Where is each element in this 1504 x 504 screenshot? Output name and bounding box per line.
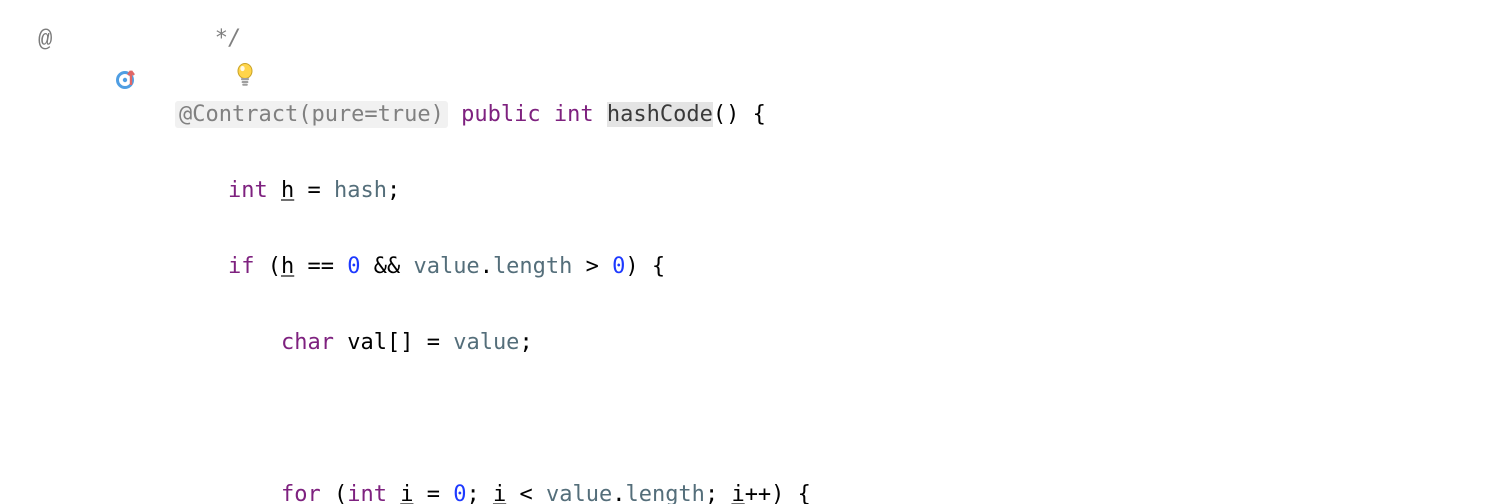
- ref-value[interactable]: value: [413, 254, 479, 279]
- intention-bulb-icon[interactable]: [128, 24, 150, 50]
- method-name[interactable]: hashCode: [607, 102, 713, 127]
- ref-value[interactable]: value: [546, 482, 612, 504]
- number-literal: 0: [453, 482, 466, 504]
- var-val[interactable]: val: [347, 330, 387, 355]
- ref-length[interactable]: length: [493, 254, 572, 279]
- override-icon[interactable]: [10, 26, 30, 46]
- method-parens: (): [713, 102, 740, 127]
- comment-end: */: [175, 26, 241, 51]
- keyword-public: public: [461, 102, 540, 127]
- blank-line: [175, 400, 811, 438]
- keyword-int: int: [554, 102, 594, 127]
- ref-hash[interactable]: hash: [334, 178, 387, 203]
- var-i[interactable]: i: [493, 482, 506, 504]
- keyword-if: if: [228, 254, 255, 279]
- keyword-int: int: [228, 178, 268, 203]
- brace: {: [753, 102, 766, 127]
- number-literal: 0: [612, 254, 625, 279]
- brace: {: [652, 254, 665, 279]
- number-literal: 0: [347, 254, 360, 279]
- var-i[interactable]: i: [731, 482, 744, 504]
- gutter-row[interactable]: @: [0, 18, 175, 56]
- gutter[interactable]: @: [0, 0, 175, 504]
- space: [448, 102, 461, 127]
- keyword-for: for: [281, 482, 321, 504]
- var-h[interactable]: h: [281, 178, 294, 203]
- inferred-annotation[interactable]: @Contract(pure=true): [175, 101, 448, 128]
- code-editor[interactable]: @ */ @Contract(pure=true) public int has…: [0, 0, 1504, 228]
- code-area[interactable]: */ @Contract(pure=true) public int hashC…: [175, 0, 811, 504]
- ref-value[interactable]: value: [453, 330, 519, 355]
- brace: {: [798, 482, 811, 504]
- var-h[interactable]: h: [281, 254, 294, 279]
- var-i[interactable]: i: [400, 482, 413, 504]
- ref-length[interactable]: length: [625, 482, 704, 504]
- annotation-gutter-icon[interactable]: @: [38, 22, 52, 60]
- keyword-char: char: [281, 330, 334, 355]
- keyword-int: int: [347, 482, 387, 504]
